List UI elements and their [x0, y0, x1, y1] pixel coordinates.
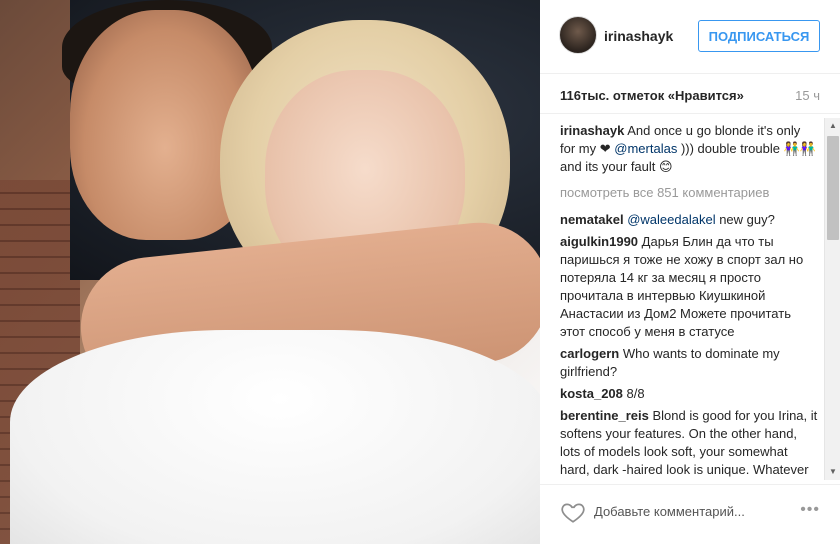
comment-item: carlogern Who wants to dominate my girlf…	[560, 345, 818, 381]
post-header: irinashayk ПОДПИСАТЬСЯ	[540, 0, 840, 74]
comments-scrollbar[interactable]: ▲ ▼	[824, 118, 840, 480]
comments-list[interactable]: irinashayk And once u go blonde it's onl…	[540, 118, 840, 480]
comment-username[interactable]: nematakel	[560, 212, 624, 227]
comment-text: 8/8	[626, 386, 645, 401]
post-details-panel: irinashayk ПОДПИСАТЬСЯ 116тыс. отметок «…	[540, 0, 840, 544]
scrollbar-thumb[interactable]	[827, 136, 839, 240]
comment-item: aigulkin1990 Дарья Блин да что ты паришь…	[560, 233, 818, 341]
caption: irinashayk And once u go blonde it's onl…	[560, 122, 818, 176]
view-all-comments-link[interactable]: посмотреть все 851 комментариев	[560, 184, 818, 202]
post-time[interactable]: 15 ч	[795, 88, 820, 103]
avatar[interactable]	[559, 16, 597, 54]
more-options-icon[interactable]: •••	[800, 501, 820, 519]
white-fur	[10, 330, 540, 544]
likes-row: 116тыс. отметок «Нравится» 15 ч	[540, 74, 840, 114]
comment-item: nematakel @waleedalakel new guy?	[560, 211, 818, 229]
comment-text: new guy?	[719, 212, 775, 227]
header-username[interactable]: irinashayk	[604, 28, 673, 44]
comment-username[interactable]: irinashayk	[560, 123, 624, 138]
comment-username[interactable]: aigulkin1990	[560, 234, 638, 249]
likes-count[interactable]: 116тыс. отметок «Нравится»	[560, 88, 744, 103]
follow-button[interactable]: ПОДПИСАТЬСЯ	[698, 20, 820, 52]
scroll-down-arrow-icon[interactable]: ▼	[825, 464, 840, 480]
comment-text: Дарья Блин да что ты паришься я тоже не …	[560, 234, 804, 339]
scroll-up-arrow-icon[interactable]: ▲	[825, 118, 840, 134]
add-comment-input[interactable]	[594, 497, 794, 525]
comment-mention[interactable]: @waleedalakel	[627, 212, 715, 227]
comment-item: berentine_reis Blond is good for you Iri…	[560, 407, 818, 480]
comment-item: kosta_208 8/8	[560, 385, 818, 403]
comment-mention[interactable]: @mertalas	[614, 141, 677, 156]
heart-outline-icon[interactable]	[560, 499, 586, 525]
comment-username[interactable]: carlogern	[560, 346, 619, 361]
heart-emoji: ❤	[599, 141, 611, 156]
add-comment-row: •••	[540, 484, 840, 544]
post-photo[interactable]: ⚓	[0, 0, 540, 544]
comment-username[interactable]: berentine_reis	[560, 408, 649, 423]
comments-content: irinashayk And once u go blonde it's onl…	[560, 122, 818, 480]
comment-username[interactable]: kosta_208	[560, 386, 623, 401]
comment-text: ))) double trouble 👫👫 and its your fault…	[560, 141, 816, 174]
